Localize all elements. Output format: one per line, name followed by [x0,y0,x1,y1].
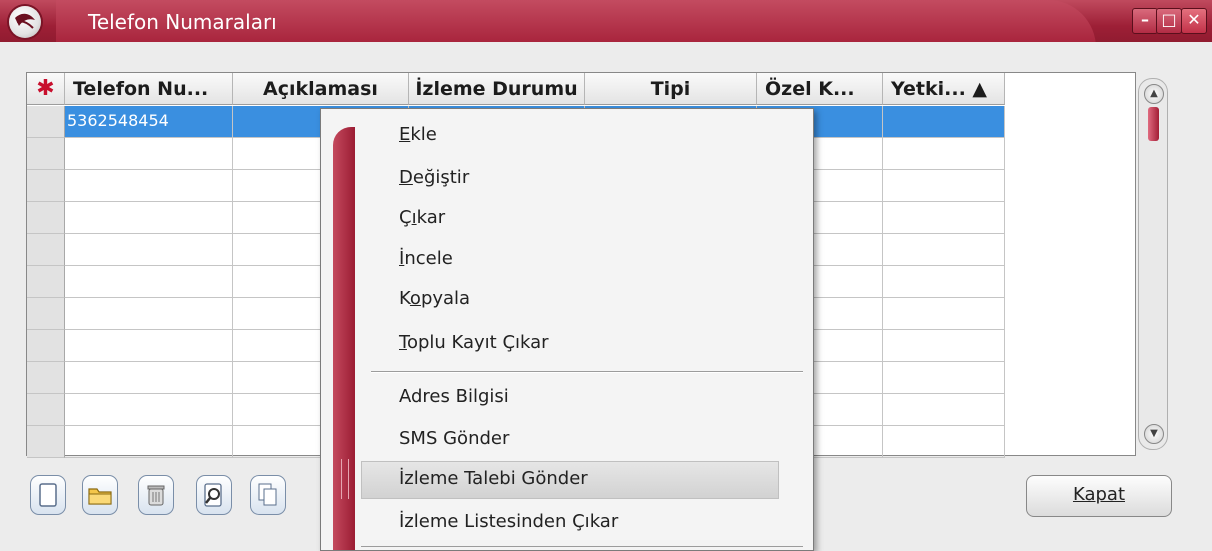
menu-item[interactable]: Ekle [399,115,437,155]
minimize-icon: – [1141,10,1149,29]
menu-item-mnemonic: T [399,332,407,353]
table-cell[interactable] [883,106,1005,138]
table-cell[interactable] [883,394,1005,426]
row-header[interactable] [27,298,65,330]
table-cell[interactable] [883,426,1005,458]
menu-item[interactable]: Değiştir [399,158,469,198]
title-bar: Telefon Numaraları – □ ✕ [0,0,1212,52]
table-cell[interactable] [883,362,1005,394]
trash-icon [147,485,165,506]
table-cell[interactable] [65,138,233,170]
menu-item[interactable]: Kopyala [399,279,470,319]
menu-grip [341,459,349,499]
menu-item-mnemonic: D [399,167,413,188]
open-button[interactable] [82,475,118,515]
menu-item-text: K [399,288,410,309]
row-header[interactable] [27,266,65,298]
copy-button[interactable] [250,475,286,515]
table-cell[interactable] [65,298,233,330]
table-cell[interactable] [883,202,1005,234]
column-header[interactable]: Tipi [585,73,757,105]
row-header[interactable] [27,202,65,234]
menu-item[interactable]: İncele [399,239,453,279]
inspect-button[interactable] [196,475,232,515]
row-header[interactable] [27,426,65,458]
table-cell[interactable] [883,266,1005,298]
menu-item-text: pyala [420,288,471,309]
menu-item-mnemonic: E [399,124,411,145]
scroll-up-button[interactable]: ▲ [1144,84,1164,104]
row-header[interactable] [27,394,65,426]
close-window-button[interactable]: ✕ [1181,8,1207,34]
table-cell[interactable]: 5362548454 [65,106,233,138]
table-cell[interactable] [65,266,233,298]
table-cell[interactable] [65,394,233,426]
scroll-thumb[interactable] [1148,107,1159,141]
table-cell[interactable] [65,170,233,202]
copy-icon [258,483,277,506]
row-header[interactable] [27,234,65,266]
close-icon: ✕ [1187,10,1201,29]
app-logo-icon[interactable] [9,6,41,38]
table-cell[interactable] [65,202,233,234]
row-header[interactable] [27,106,65,138]
row-header[interactable] [27,330,65,362]
menu-item-text: kle [410,124,437,145]
menu-item-text: oplu Kayıt Çıkar [406,332,549,353]
menu-item[interactable]: Toplu Kayıt Çıkar [399,323,549,363]
maximize-icon: □ [1161,10,1177,29]
menu-separator [371,371,803,373]
table-cell[interactable] [883,298,1005,330]
table-cell[interactable] [883,170,1005,202]
column-header[interactable]: Açıklaması [233,73,409,105]
menu-item[interactable]: İzleme Talebi Gönder [399,459,588,499]
table-cell[interactable] [883,138,1005,170]
asterisk-icon[interactable]: ✱ [27,73,65,105]
window-title: Telefon Numaraları [88,10,277,34]
table-cell[interactable] [883,234,1005,266]
column-header[interactable]: İzleme Durumu [409,73,585,105]
table-cell[interactable] [883,330,1005,362]
menu-item[interactable]: İzleme Listesinden Çıkar [399,502,618,542]
inspect-icon [204,483,222,507]
table-cell[interactable] [65,426,233,458]
context-menu[interactable]: Ekle Değiştir Çıkar İncele Kopyala Toplu Kayı… [320,108,814,551]
table-cell[interactable] [65,362,233,394]
new-record-button[interactable] [30,475,66,515]
scroll-down-button[interactable]: ▼ [1144,424,1164,444]
menu-item[interactable]: SMS Gönder [399,419,509,459]
menu-item-text: Ç [399,207,412,228]
table-cell[interactable] [65,330,233,362]
row-header[interactable] [27,362,65,394]
close-button[interactable]: Kapat [1026,475,1172,517]
delete-button[interactable] [138,475,174,515]
maximize-button[interactable]: □ [1156,8,1182,34]
menu-item-text: kar [416,207,446,228]
open-folder-icon [88,488,112,505]
table-cell[interactable] [65,234,233,266]
column-header[interactable]: Telefon Nu... [65,73,233,105]
column-header[interactable]: Özel K... [757,73,883,105]
minimize-button[interactable]: – [1132,8,1158,34]
menu-item-text: ncele [404,248,453,269]
vertical-scrollbar[interactable]: ▲ ▼ [1138,78,1168,450]
row-header[interactable] [27,170,65,202]
close-button-label: Kapat [1072,484,1126,505]
menu-item[interactable]: Adres Bilgisi [399,377,509,417]
new-record-icon [39,483,57,507]
row-header[interactable] [27,138,65,170]
menu-item[interactable]: Çıkar [399,198,445,238]
menu-item-mnemonic: o [409,288,421,309]
menu-item-text: eğiştir [412,167,470,188]
column-header[interactable]: Yetki... ▲ [883,73,1005,105]
